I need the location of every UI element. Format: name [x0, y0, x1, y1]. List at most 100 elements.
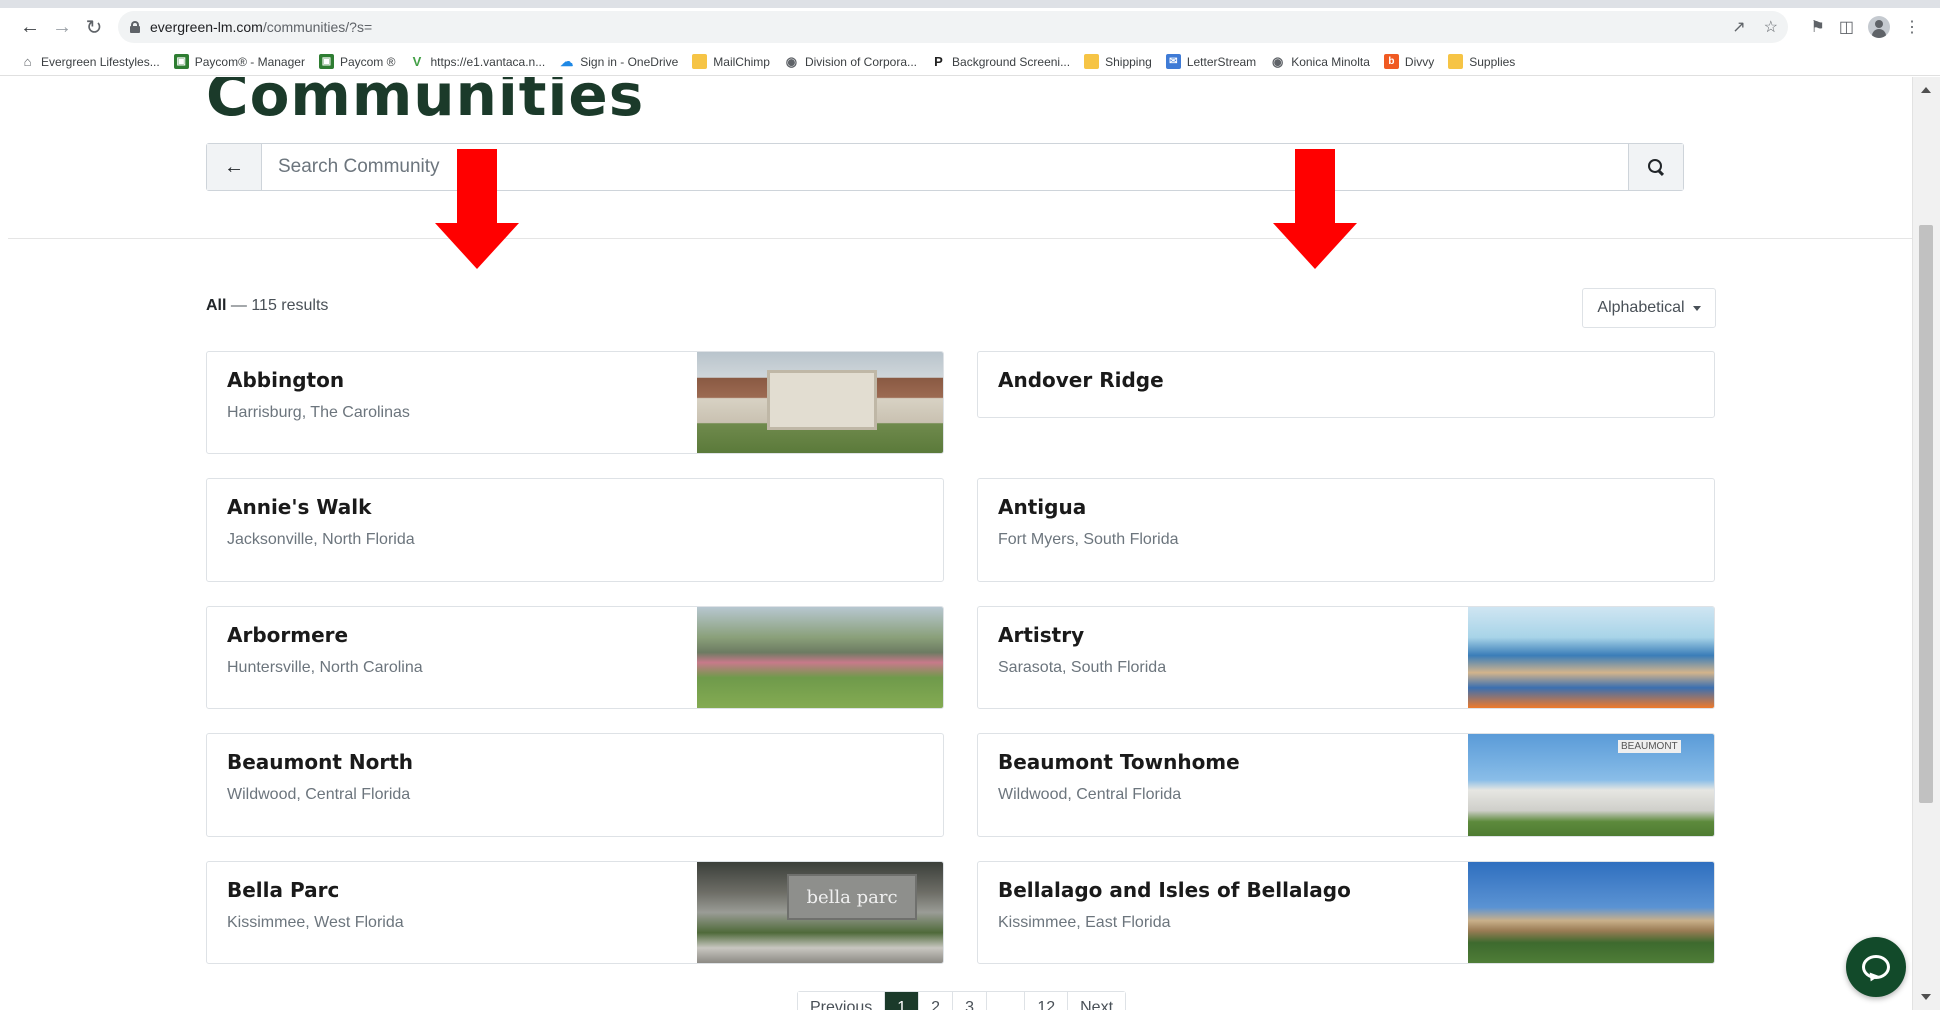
community-photo[interactable]: bella parc [697, 862, 943, 963]
community-card[interactable]: Beaumont North Wildwood, Central Florida [206, 733, 944, 837]
address-bar[interactable]: evergreen-lm.com/communities/?s= ↗ ☆ [118, 11, 1788, 43]
bookmark-item[interactable]: ▣ Paycom ® [318, 54, 396, 69]
community-name[interactable]: Artistry [998, 623, 1084, 647]
community-card[interactable]: Arbormere Huntersville, North Carolina [206, 606, 944, 709]
search-icon [1648, 159, 1664, 175]
chat-launcher-button[interactable] [1846, 937, 1906, 997]
extensions-icon[interactable]: ⚑ [1811, 17, 1825, 37]
community-name[interactable]: Beaumont Townhome [998, 750, 1240, 774]
folder-icon [1084, 54, 1100, 69]
bookmark-label: Background Screeni... [952, 54, 1071, 69]
community-name[interactable]: Antigua [998, 495, 1086, 519]
bookmark-item[interactable]: Vhttps://e1.vantaca.n... [409, 54, 546, 69]
bookmark-star-icon[interactable]: ☆ [1764, 17, 1778, 37]
forward-icon[interactable]: → [46, 11, 78, 43]
community-photo[interactable] [697, 607, 943, 708]
bookmark-item[interactable]: MailChimp [692, 54, 770, 69]
community-location: Wildwood, Central Florida [998, 786, 1182, 803]
pagination-page[interactable]: 12 [1025, 992, 1069, 1010]
bookmark-item[interactable]: b Divvy [1383, 54, 1435, 69]
browser-toolbar: ← → ↻ evergreen-lm.com/communities/?s= ↗… [0, 8, 1940, 46]
bookmark-item[interactable]: Shipping [1084, 54, 1152, 69]
letterstream-icon: ✉ [1165, 54, 1181, 69]
red-arrow-annotation-left [435, 149, 519, 269]
bookmark-label: Shipping [1105, 54, 1152, 69]
scrollbar[interactable] [1912, 77, 1940, 1010]
photo-sign-text: bella parc [787, 874, 917, 920]
globe-icon: ◉ [1272, 53, 1284, 69]
community-card[interactable]: Andover Ridge [977, 351, 1715, 418]
community-card[interactable]: Bellalago and Isles of Bellalago Kissimm… [977, 861, 1715, 964]
community-name[interactable]: Bella Parc [227, 878, 339, 902]
community-name[interactable]: Arbormere [227, 623, 348, 647]
pagination: Previous 1 2 3 ... 12 Next [797, 991, 1127, 1010]
community-card[interactable]: Artistry Sarasota, South Florida [977, 606, 1715, 709]
reload-icon[interactable]: ↻ [78, 11, 110, 43]
vantaca-icon: V [412, 54, 422, 69]
profile-avatar[interactable] [1868, 16, 1890, 38]
search-back-button[interactable]: ← [207, 144, 262, 190]
bookmark-label: Divvy [1404, 54, 1435, 69]
community-card[interactable]: Bella Parc Kissimmee, West Florida bella… [206, 861, 944, 964]
pagination-next[interactable]: Next [1068, 992, 1126, 1010]
community-photo[interactable]: BEAUMONT [1468, 734, 1714, 836]
community-photo[interactable] [1468, 607, 1714, 708]
scroll-down-icon[interactable] [1921, 994, 1931, 1000]
bookmark-item[interactable]: ✉ LetterStream [1165, 54, 1256, 69]
community-location: Harrisburg, The Carolinas [227, 404, 410, 421]
community-photo[interactable] [697, 352, 943, 453]
bookmark-label: Division of Corpora... [804, 54, 918, 69]
community-name[interactable]: Bellalago and Isles of Bellalago [998, 878, 1351, 902]
community-name[interactable]: Beaumont North [227, 750, 413, 774]
menu-kebab-icon[interactable]: ⋮ [1904, 17, 1920, 37]
divider [8, 238, 1912, 239]
community-card[interactable]: Antigua Fort Myers, South Florida [977, 478, 1715, 582]
pagination-ellipsis: ... [986, 992, 1026, 1010]
bookmark-item[interactable]: ◉ Konica Minolta [1270, 54, 1370, 69]
community-location: Kissimmee, West Florida [227, 914, 404, 931]
bookmark-label: MailChimp [713, 54, 770, 69]
cloud-icon: ☁ [560, 53, 574, 69]
back-icon[interactable]: ← [14, 11, 46, 43]
scroll-thumb[interactable] [1919, 225, 1933, 803]
p-icon: P [934, 54, 943, 69]
chat-bubble-icon [1862, 955, 1890, 979]
bookmark-item[interactable]: ◉ Division of Corpora... [784, 54, 917, 69]
pagination-previous[interactable]: Previous [798, 992, 886, 1010]
side-panel-icon[interactable]: ◫ [1839, 17, 1854, 37]
bookmark-label: Paycom® - Manager [194, 54, 305, 69]
community-card[interactable]: Abbington Harrisburg, The Carolinas [206, 351, 944, 454]
community-location: Huntersville, North Carolina [227, 659, 423, 676]
bookmark-label: Supplies [1469, 54, 1516, 69]
bookmark-item[interactable]: ☁ Sign in - OneDrive [559, 54, 678, 69]
sort-dropdown[interactable]: Alphabetical [1582, 288, 1716, 328]
photo-sign-text: BEAUMONT [1618, 740, 1681, 753]
community-photo[interactable] [1468, 862, 1714, 963]
community-card[interactable]: Annie's Walk Jacksonville, North Florida [206, 478, 944, 582]
share-icon[interactable]: ↗ [1732, 17, 1745, 37]
url-text[interactable]: evergreen-lm.com/communities/?s= [150, 19, 372, 35]
bookmark-item[interactable]: P Background Screeni... [931, 54, 1070, 69]
community-name[interactable]: Annie's Walk [227, 495, 371, 519]
pagination-page[interactable]: 2 [919, 992, 954, 1010]
pagination-page[interactable]: 1 [885, 992, 920, 1010]
page-title: Communities [206, 77, 645, 129]
community-search: ← [206, 143, 1684, 191]
globe-icon: ◉ [785, 53, 798, 69]
arrow-left-icon: ← [224, 155, 244, 178]
paycom-icon: ▣ [173, 54, 189, 69]
search-button[interactable] [1628, 144, 1683, 190]
pagination-page[interactable]: 3 [953, 992, 987, 1010]
folder-icon [692, 54, 708, 69]
community-name[interactable]: Abbington [227, 368, 344, 392]
community-name[interactable]: Andover Ridge [998, 368, 1164, 392]
community-card[interactable]: Beaumont Townhome Wildwood, Central Flor… [977, 733, 1715, 837]
lock-icon[interactable] [130, 21, 140, 33]
bookmark-item[interactable]: Supplies [1448, 54, 1515, 69]
bookmark-label: https://e1.vantaca.n... [430, 54, 546, 69]
bookmark-item[interactable]: ▣ Paycom® - Manager [173, 54, 305, 69]
bookmark-label: Paycom ® [339, 54, 396, 69]
bookmark-item[interactable]: ⌂ Evergreen Lifestyles... [20, 54, 160, 69]
scroll-up-icon[interactable] [1921, 87, 1931, 93]
community-location: Kissimmee, East Florida [998, 914, 1171, 931]
